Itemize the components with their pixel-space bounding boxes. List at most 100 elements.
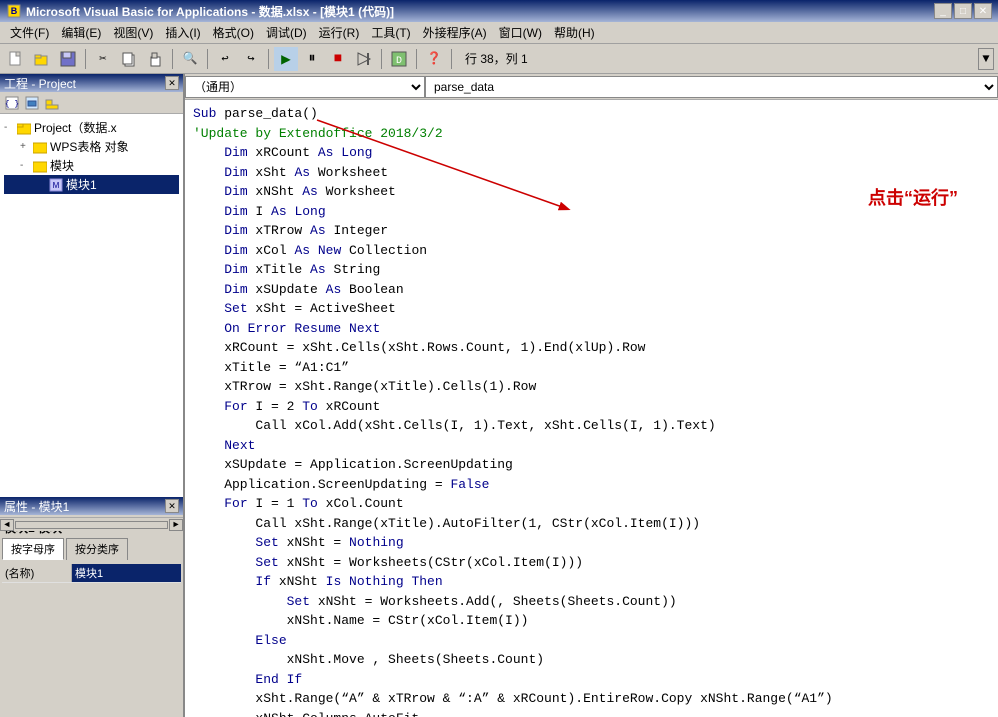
menu-insert[interactable]: 插入(I) xyxy=(159,22,206,43)
properties-panel-header: 属性 - 模块1 ✕ xyxy=(0,497,183,515)
code-line-16: Call xCol.Add(xSht.Cells(I, 1).Text, xSh… xyxy=(193,416,990,436)
toolbar: ✂ 🔍 ↩ ↪ ▶ ⏸ ■ D ❓ 行 38，列 1 ▼ xyxy=(0,44,998,74)
properties-tabs: 按字母序 按分类序 xyxy=(2,538,181,560)
menu-tools[interactable]: 工具(T) xyxy=(365,22,416,43)
code-toolbar: （通用） parse_data xyxy=(185,74,998,100)
app-icon: B xyxy=(6,3,22,19)
tree-item-modules[interactable]: - 模块 xyxy=(4,156,179,175)
project-panel-header: 工程 - Project ✕ xyxy=(0,74,183,92)
window-controls: _ □ ✕ xyxy=(934,3,992,19)
props-row-name: (名称) 模块1 xyxy=(2,564,181,583)
menu-addins[interactable]: 外接程序(A) xyxy=(417,22,493,43)
code-line-20: For I = 1 To xCol.Count xyxy=(193,494,990,514)
expand-modules[interactable]: - xyxy=(20,160,32,171)
toolbar-copy-btn[interactable] xyxy=(117,47,141,71)
project-panel-close[interactable]: ✕ xyxy=(165,76,179,90)
title-bar: B Microsoft Visual Basic for Application… xyxy=(0,0,998,22)
svg-text:{ }: { } xyxy=(5,100,19,109)
project-view-object[interactable] xyxy=(22,93,42,113)
wps-label: WPS表格 对象 xyxy=(50,138,129,155)
project-panel-title: 工程 - Project xyxy=(4,75,76,92)
code-line-22: Set xNSht = Nothing xyxy=(193,533,990,553)
menu-debug[interactable]: 调试(D) xyxy=(260,22,313,43)
props-tab-category[interactable]: 按分类序 xyxy=(66,538,128,560)
code-line-18: xSUpdate = Application.ScreenUpdating xyxy=(193,455,990,475)
properties-content: 模块1 模块 按字母序 按分类序 (名称) 模块1 xyxy=(0,515,183,717)
scroll-right[interactable]: ► xyxy=(169,519,183,531)
menu-edit[interactable]: 编辑(E) xyxy=(55,22,107,43)
toolbar-scroll-btn[interactable]: ▼ xyxy=(978,48,994,70)
toolbar-sep-6 xyxy=(416,49,417,69)
tree-item-wps[interactable]: + WPS表格 对象 xyxy=(4,137,179,156)
code-editor[interactable]: 点击“运行” Sub parse_data() 'Update by Exten… xyxy=(185,100,998,717)
code-line-8: Dim xTitle As String xyxy=(193,260,990,280)
toolbar-stop-btn[interactable]: ■ xyxy=(326,47,350,71)
code-line-28: xNSht.Move , Sheets(Sheets.Count) xyxy=(193,650,990,670)
code-line-4: Dim xNSht As Worksheet xyxy=(193,182,990,202)
close-button[interactable]: ✕ xyxy=(974,3,992,19)
properties-table: (名称) 模块1 xyxy=(2,564,181,583)
code-line-24: If xNSht Is Nothing Then xyxy=(193,572,990,592)
menu-help[interactable]: 帮助(H) xyxy=(548,22,601,43)
module1-label: 模块1 xyxy=(66,176,97,193)
toolbar-paste-btn[interactable] xyxy=(143,47,167,71)
code-line-7: Dim xCol As New Collection xyxy=(193,241,990,261)
properties-panel-close[interactable]: ✕ xyxy=(165,499,179,513)
proc-select[interactable]: parse_data xyxy=(425,76,998,98)
code-line-3: Dim xSht As Worksheet xyxy=(193,163,990,183)
toolbar-open-btn[interactable] xyxy=(30,47,54,71)
code-line-30: xSht.Range(“A” & xTRrow & “:A” & xRCount… xyxy=(193,689,990,709)
main-layout: 工程 - Project ✕ { } - xyxy=(0,74,998,717)
menu-view[interactable]: 视图(V) xyxy=(107,22,159,43)
project-view-code[interactable]: { } xyxy=(2,93,22,113)
tree-item-project[interactable]: - Project（数据.x xyxy=(4,118,179,137)
svg-text:D: D xyxy=(396,56,402,67)
svg-text:B: B xyxy=(11,6,18,16)
menu-run[interactable]: 运行(R) xyxy=(313,22,366,43)
left-panel: 工程 - Project ✕ { } - xyxy=(0,74,185,717)
toolbar-pause-btn[interactable]: ⏸ xyxy=(300,47,324,71)
toolbar-find-btn[interactable]: 🔍 xyxy=(178,47,202,71)
toolbar-undo-btn[interactable]: ↩ xyxy=(213,47,237,71)
expand-project[interactable]: - xyxy=(4,122,16,133)
tree-item-module1[interactable]: M 模块1 xyxy=(4,175,179,194)
props-val-name[interactable]: 模块1 xyxy=(72,564,181,582)
maximize-button[interactable]: □ xyxy=(954,3,972,19)
toolbar-sep-3 xyxy=(207,49,208,69)
code-panel: （通用） parse_data 点击“运行” Sub parse_data() xyxy=(185,74,998,717)
props-key-name: (名称) xyxy=(2,564,72,582)
code-line-2: Dim xRCount As Long xyxy=(193,143,990,163)
scroll-left[interactable]: ◄ xyxy=(0,519,14,531)
expand-wps[interactable]: + xyxy=(20,141,32,152)
toolbar-sep-2 xyxy=(172,49,173,69)
toolbar-sep-5 xyxy=(381,49,382,69)
toolbar-new-btn[interactable] xyxy=(4,47,28,71)
project-tree: - Project（数据.x + WPS表格 对象 - xyxy=(0,114,183,517)
toolbar-redo-btn[interactable]: ↪ xyxy=(239,47,263,71)
toolbar-design-btn[interactable]: D xyxy=(387,47,411,71)
toolbar-help-btn[interactable]: ❓ xyxy=(422,47,446,71)
code-line-19: Application.ScreenUpdating = False xyxy=(193,475,990,495)
code-line-6: Dim xTRrow As Integer xyxy=(193,221,990,241)
props-tab-alpha[interactable]: 按字母序 xyxy=(2,538,64,560)
menu-format[interactable]: 格式(O) xyxy=(207,22,260,43)
code-line-0: Sub parse_data() xyxy=(193,104,990,124)
toolbar-sep-7 xyxy=(451,49,452,69)
menu-file[interactable]: 文件(F) xyxy=(4,22,55,43)
modules-label: 模块 xyxy=(50,157,74,174)
toolbar-save-btn[interactable] xyxy=(56,47,80,71)
project-toggle-folders[interactable] xyxy=(42,93,62,113)
code-line-26: xNSht.Name = CStr(xCol.Item(I)) xyxy=(193,611,990,631)
window-title: Microsoft Visual Basic for Applications … xyxy=(26,3,934,20)
object-select[interactable]: （通用） xyxy=(185,76,425,98)
code-line-13: xTitle = “A1:C1” xyxy=(193,358,990,378)
code-line-10: Set xSht = ActiveSheet xyxy=(193,299,990,319)
menu-window[interactable]: 窗口(W) xyxy=(493,22,548,43)
code-line-1: 'Update by Extendoffice 2018/3/2 xyxy=(193,124,990,144)
code-line-27: Else xyxy=(193,631,990,651)
code-line-21: Call xSht.Range(xTitle).AutoFilter(1, CS… xyxy=(193,514,990,534)
toolbar-reset-btn[interactable] xyxy=(352,47,376,71)
minimize-button[interactable]: _ xyxy=(934,3,952,19)
toolbar-cut-btn[interactable]: ✂ xyxy=(91,47,115,71)
toolbar-run-btn[interactable]: ▶ xyxy=(274,47,298,71)
